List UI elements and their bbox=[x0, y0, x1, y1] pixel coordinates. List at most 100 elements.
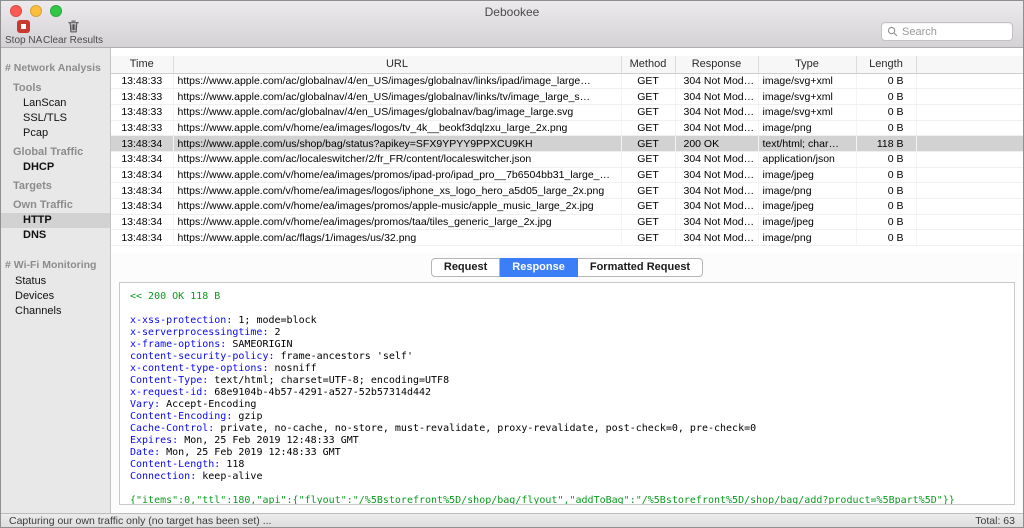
cell-length: 0 B bbox=[856, 104, 917, 121]
response-header-value: gzip bbox=[238, 411, 263, 422]
request-row[interactable]: 13:48:34 https://www.apple.com/ac/flags/1… bbox=[111, 229, 1023, 247]
status-message: Capturing our own traffic only (no targe… bbox=[9, 514, 272, 527]
cell-type: image/png bbox=[758, 182, 857, 199]
sidebar-item-pcap[interactable]: Pcap bbox=[1, 126, 110, 141]
cell-type: text/html; char… bbox=[758, 135, 857, 152]
response-header-value: 68e9104b-4b57-4291-a527-52b57314d442 bbox=[214, 387, 432, 398]
tab-formatted-request[interactable]: Formatted Request bbox=[577, 258, 704, 277]
window-title: Debookee bbox=[484, 5, 540, 19]
sidebar: # Network Analysis Tools LanScan SSL/TLS Pca… bbox=[1, 48, 111, 513]
column-header-length[interactable]: Length bbox=[856, 56, 917, 74]
zoom-window-button[interactable] bbox=[50, 5, 62, 17]
sidebar-item-network-analysis: # Network Analysis bbox=[5, 62, 101, 74]
cell-method: GET bbox=[621, 167, 676, 184]
cell-url: https://www.apple.com/v/home/ea/images/p… bbox=[173, 198, 622, 215]
cell-type: image/jpeg bbox=[758, 214, 857, 231]
status-bar: Capturing our own traffic only (no targe… bbox=[1, 513, 1023, 527]
cell-url: https://www.apple.com/ac/flags/1/images/… bbox=[173, 229, 622, 247]
response-view[interactable]: << 200 OK 118 B x-xss-protection: 1; mod… bbox=[119, 282, 1015, 505]
cell-method: GET bbox=[621, 214, 676, 231]
sidebar-item-tools[interactable]: Tools bbox=[1, 80, 110, 96]
cell-url: https://www.apple.com/ac/globalnav/4/en_… bbox=[173, 73, 622, 90]
column-header-time[interactable]: Time bbox=[111, 56, 174, 74]
tab-response[interactable]: Response bbox=[500, 258, 578, 277]
stop-icon bbox=[17, 20, 31, 33]
cell-filler bbox=[916, 104, 1023, 121]
cell-length: 0 B bbox=[856, 120, 917, 137]
sidebar-item-dhcp[interactable]: DHCP bbox=[1, 160, 110, 175]
request-row[interactable]: 13:48:34 https://www.apple.com/v/home/ea/… bbox=[111, 198, 1023, 215]
response-header-name: x-xss-protection: bbox=[130, 315, 233, 326]
sidebar-item-dns[interactable]: DNS bbox=[1, 228, 110, 243]
response-header-name: Connection: bbox=[130, 471, 197, 482]
sidebar-item-http[interactable]: HTTP bbox=[1, 213, 110, 228]
cell-method: GET bbox=[621, 73, 676, 90]
column-header-method[interactable]: Method bbox=[621, 56, 676, 74]
cell-filler bbox=[916, 198, 1023, 215]
sidebar-item-wi-fi-monitoring: # Wi-Fi Monitoring bbox=[5, 259, 97, 271]
sidebar-item-global-traffic[interactable]: Global Traffic bbox=[1, 144, 110, 160]
column-header-url[interactable]: URL bbox=[173, 56, 622, 74]
response-header-value: 2 bbox=[274, 327, 281, 338]
sidebar-item-lanscan[interactable]: LanScan bbox=[1, 96, 110, 111]
search-field[interactable] bbox=[881, 22, 1013, 41]
request-row[interactable]: 13:48:34 https://www.apple.com/v/home/ea/… bbox=[111, 182, 1023, 199]
column-header-filler bbox=[916, 56, 1023, 74]
cell-response: 304 Not Mod… bbox=[675, 88, 759, 105]
sidebar-item-own-traffic[interactable]: Own Traffic bbox=[1, 197, 110, 213]
cell-method: GET bbox=[621, 104, 676, 121]
cell-url: https://www.apple.com/us/shop/bag/status… bbox=[173, 135, 622, 152]
request-row[interactable]: 13:48:34 https://www.apple.com/us/shop/ba… bbox=[111, 135, 1023, 152]
cell-length: 118 B bbox=[856, 135, 917, 152]
window-chrome: Debookee Stop NA Clear Results bbox=[1, 1, 1023, 48]
cell-filler bbox=[916, 214, 1023, 231]
request-row[interactable]: 13:48:33 https://www.apple.com/ac/globaln… bbox=[111, 104, 1023, 121]
cell-response: 304 Not Mod… bbox=[675, 120, 759, 137]
traffic-lights bbox=[10, 5, 62, 17]
column-header-type[interactable]: Type bbox=[758, 56, 857, 74]
request-row[interactable]: 13:48:34 https://www.apple.com/v/home/ea/… bbox=[111, 167, 1023, 184]
cell-time: 13:48:34 bbox=[111, 135, 174, 152]
close-window-button[interactable] bbox=[10, 5, 22, 17]
cell-filler bbox=[916, 73, 1023, 90]
cell-response: 304 Not Mod… bbox=[675, 104, 759, 121]
response-header-name: Vary: bbox=[130, 399, 161, 410]
total-count: Total: 63 bbox=[975, 514, 1015, 527]
response-header-name: x-frame-options: bbox=[130, 339, 227, 350]
response-header-value: Mon, 25 Feb 2019 12:48:33 GMT bbox=[184, 435, 359, 446]
sidebar-item-targets[interactable]: Targets bbox=[1, 178, 110, 194]
cell-time: 13:48:34 bbox=[111, 198, 174, 215]
cell-time: 13:48:33 bbox=[111, 88, 174, 105]
response-header-name: Date: bbox=[130, 447, 161, 458]
minimize-window-button[interactable] bbox=[30, 5, 42, 17]
cell-length: 0 B bbox=[856, 151, 917, 168]
cell-filler bbox=[916, 229, 1023, 247]
stop-na-button[interactable]: Stop NA bbox=[5, 20, 42, 46]
column-header-response[interactable]: Response bbox=[675, 56, 759, 74]
cell-url: https://www.apple.com/ac/localeswitcher/… bbox=[173, 151, 622, 168]
response-header-value: nosniff bbox=[274, 363, 317, 374]
clear-results-button[interactable]: Clear Results bbox=[43, 20, 103, 46]
tab-request[interactable]: Request bbox=[430, 258, 501, 277]
request-row[interactable]: 13:48:34 https://www.apple.com/ac/locales… bbox=[111, 151, 1023, 168]
search-input[interactable] bbox=[902, 25, 1007, 38]
request-row[interactable]: 13:48:33 https://www.apple.com/ac/globaln… bbox=[111, 88, 1023, 105]
cell-filler bbox=[916, 135, 1023, 152]
response-header-value: Mon, 25 Feb 2019 12:48:33 GMT bbox=[166, 447, 341, 458]
request-row[interactable]: 13:48:33 https://www.apple.com/v/home/ea/… bbox=[111, 120, 1023, 137]
cell-filler bbox=[916, 120, 1023, 137]
sidebar-item-devices[interactable]: Devices bbox=[1, 289, 110, 304]
sidebar-item-ssl-tls[interactable]: SSL/TLS bbox=[1, 111, 110, 126]
request-row[interactable]: 13:48:34 https://www.apple.com/v/home/ea/… bbox=[111, 214, 1023, 231]
toolbar: Stop NA Clear Results bbox=[1, 18, 1023, 47]
table-header-row: Time URL Method Response Type Length bbox=[111, 56, 1023, 74]
cell-time: 13:48:34 bbox=[111, 167, 174, 184]
cell-response: 200 OK bbox=[675, 135, 759, 152]
sidebar-item-channels[interactable]: Channels bbox=[1, 304, 110, 319]
sidebar-item-status[interactable]: Status bbox=[1, 274, 110, 289]
response-header-value: frame-ancestors 'self' bbox=[280, 351, 413, 362]
table-body: 13:48:33 https://www.apple.com/ac/globaln… bbox=[111, 73, 1023, 247]
cell-time: 13:48:34 bbox=[111, 151, 174, 168]
titlebar: Debookee bbox=[1, 1, 1023, 19]
request-row[interactable]: 13:48:33 https://www.apple.com/ac/globaln… bbox=[111, 73, 1023, 90]
